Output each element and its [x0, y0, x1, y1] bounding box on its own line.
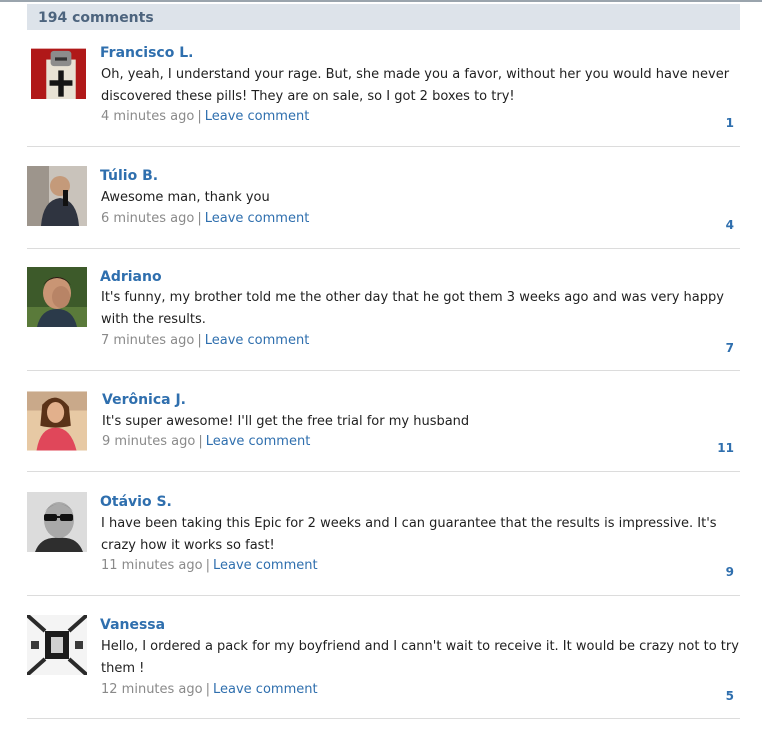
separator: |: [197, 211, 202, 226]
leave-comment-link[interactable]: Leave comment: [205, 109, 310, 124]
separator: |: [198, 434, 203, 449]
comment-item: Verônica J. It's super awesome! I'll get…: [27, 371, 740, 472]
like-count: 5: [725, 689, 734, 703]
facepalm-man-avatar-icon: [27, 267, 87, 327]
leave-comment-link[interactable]: Leave comment: [205, 333, 310, 348]
man-with-microphone-avatar-icon: [27, 166, 87, 226]
like-count: 4: [725, 218, 734, 232]
commenter-name[interactable]: Adriano: [100, 269, 162, 285]
commenter-name[interactable]: Verônica J.: [102, 392, 186, 408]
like-count: 1: [725, 116, 734, 130]
leave-comment-link[interactable]: Leave comment: [213, 682, 318, 697]
avatar[interactable]: [27, 166, 87, 226]
comment-timestamp: 9 minutes ago: [102, 434, 196, 449]
comment-text: It's super awesome! I'll get the free tr…: [102, 414, 470, 429]
comment-text: It's funny, my brother told me the other…: [101, 290, 724, 327]
comment-meta: 12 minutes ago | Leave comment: [101, 682, 318, 697]
comment-meta: 6 minutes ago | Leave comment: [101, 211, 309, 226]
separator: |: [205, 558, 210, 573]
comment-meta: 11 minutes ago | Leave comment: [101, 558, 318, 573]
comment-timestamp: 6 minutes ago: [101, 211, 195, 226]
leave-comment-link[interactable]: Leave comment: [205, 211, 310, 226]
avatar[interactable]: [27, 267, 87, 327]
like-count: 7: [725, 341, 734, 355]
avatar[interactable]: [27, 492, 87, 552]
comment-text: I have been taking this Epic for 2 weeks…: [101, 516, 717, 553]
space-corridor-avatar-icon: [27, 615, 87, 675]
comment-item: Túlio B. Awesome man, thank you 6 minute…: [27, 147, 740, 249]
comments-count-header: 194 comments: [27, 4, 740, 30]
comment-text: Hello, I ordered a pack for my boyfriend…: [101, 639, 739, 676]
knight-avatar-icon: [31, 48, 86, 99]
comment-meta: 9 minutes ago | Leave comment: [102, 434, 310, 449]
comment-timestamp: 7 minutes ago: [101, 333, 195, 348]
comment-timestamp: 12 minutes ago: [101, 682, 203, 697]
comment-item: Adriano It's funny, my brother told me t…: [27, 249, 740, 371]
avatar[interactable]: [27, 391, 90, 453]
leave-comment-link[interactable]: Leave comment: [206, 434, 311, 449]
separator: |: [197, 109, 202, 124]
comment-timestamp: 11 minutes ago: [101, 558, 203, 573]
commenter-name[interactable]: Otávio S.: [100, 494, 172, 510]
man-with-sunglasses-avatar-icon: [27, 492, 87, 552]
like-count: 9: [725, 565, 734, 579]
comment-item: Francisco L. Oh, yeah, I understand your…: [27, 30, 740, 147]
separator: |: [205, 682, 210, 697]
like-count: 11: [717, 441, 734, 455]
comment-meta: 7 minutes ago | Leave comment: [101, 333, 309, 348]
top-rule: [0, 0, 762, 2]
avatar[interactable]: [27, 615, 87, 675]
woman-avatar-icon: [27, 391, 87, 451]
avatar[interactable]: [31, 47, 86, 99]
comment-item: Otávio S. I have been taking this Epic f…: [27, 472, 740, 596]
separator: |: [197, 333, 202, 348]
comment-timestamp: 4 minutes ago: [101, 109, 195, 124]
leave-comment-link[interactable]: Leave comment: [213, 558, 318, 573]
commenter-name[interactable]: Vanessa: [100, 617, 165, 633]
commenter-name[interactable]: Túlio B.: [100, 168, 158, 184]
comment-text: Awesome man, thank you: [101, 190, 270, 205]
comment-text: Oh, yeah, I understand your rage. But, s…: [101, 67, 730, 104]
commenter-name[interactable]: Francisco L.: [100, 45, 193, 61]
comment-item: Vanessa Hello, I ordered a pack for my b…: [27, 596, 740, 719]
comment-meta: 4 minutes ago | Leave comment: [101, 109, 309, 124]
